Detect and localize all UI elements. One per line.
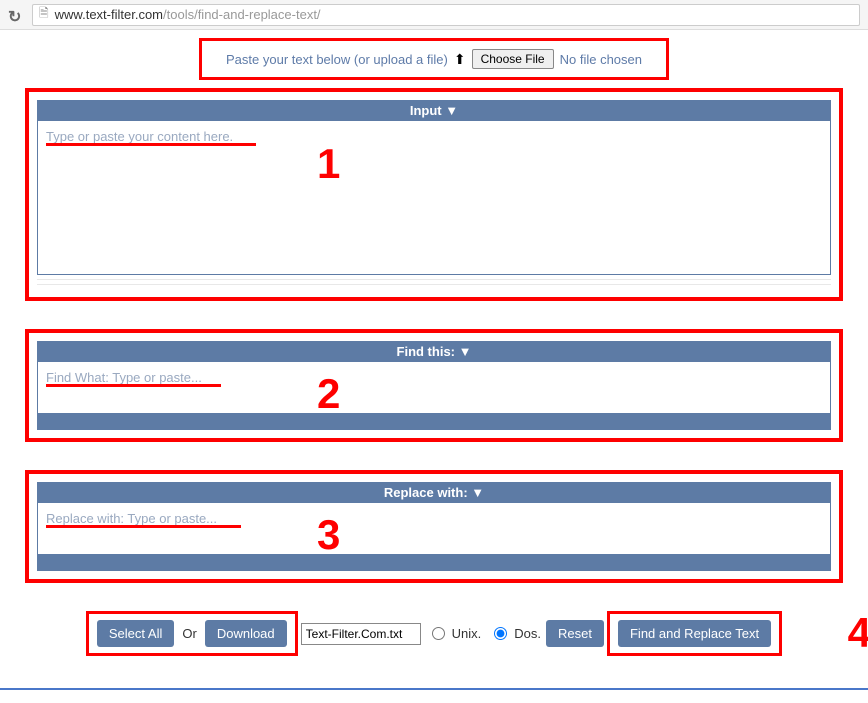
annotation-number-4: 4 (848, 609, 868, 657)
page-bottom-border (0, 688, 868, 690)
annotation-underline (46, 525, 241, 528)
filename-input[interactable] (301, 623, 421, 645)
input-header[interactable]: Input ▼ (37, 100, 831, 121)
divider (37, 279, 831, 280)
input-section: 1 Input ▼ (25, 88, 843, 301)
annotation-number-1: 1 (317, 140, 340, 188)
reset-button[interactable]: Reset (546, 620, 604, 647)
annotation-underline (46, 384, 221, 387)
annotation-underline (46, 143, 256, 146)
divider (37, 284, 831, 285)
reload-icon[interactable]: ↻ (8, 7, 24, 23)
find-replace-button[interactable]: Find and Replace Text (618, 620, 771, 647)
browser-toolbar: ↻ 🗎 www.text-filter.com/tools/find-and-r… (0, 0, 868, 30)
replace-section: 3 Replace with: ▼ (25, 470, 843, 583)
replace-textarea-wrap (37, 503, 831, 555)
upload-icon: ⬆ (454, 51, 466, 68)
upload-prompt: Paste your text below (or upload a file) (226, 52, 448, 67)
file-status: No file chosen (560, 52, 642, 67)
download-button[interactable]: Download (205, 620, 287, 647)
page-icon: 🗎 (39, 4, 49, 25)
replace-header-label: Replace with: ▼ (384, 485, 484, 500)
section-footer-bar (37, 555, 831, 571)
submit-group: Find and Replace Text (607, 611, 782, 656)
dos-radio[interactable] (494, 627, 507, 640)
find-textarea-wrap (37, 362, 831, 414)
annotation-number-2: 2 (317, 370, 340, 418)
input-textarea-wrap (37, 121, 831, 275)
or-label: Or (182, 626, 196, 641)
dos-label: Dos. (514, 626, 541, 641)
upload-bar: Paste your text below (or upload a file)… (199, 38, 669, 80)
replace-header[interactable]: Replace with: ▼ (37, 482, 831, 503)
choose-file-button[interactable]: Choose File (472, 49, 554, 69)
url-path: /tools/find-and-replace-text/ (163, 7, 321, 22)
find-header-label: Find this: ▼ (397, 344, 472, 359)
find-header[interactable]: Find this: ▼ (37, 341, 831, 362)
select-download-group: Select All Or Download (86, 611, 298, 656)
unix-radio[interactable] (432, 627, 445, 640)
select-all-button[interactable]: Select All (97, 620, 174, 647)
address-bar[interactable]: 🗎 www.text-filter.com/tools/find-and-rep… (32, 4, 860, 26)
unix-label: Unix. (452, 626, 482, 641)
find-section: 2 Find this: ▼ (25, 329, 843, 442)
annotation-number-3: 3 (317, 511, 340, 559)
url-text: www.text-filter.com/tools/find-and-repla… (55, 7, 321, 22)
controls-row: Select All Or Download Unix. Dos. Reset … (25, 611, 843, 656)
url-domain: www.text-filter.com (55, 7, 163, 22)
section-footer-bar (37, 414, 831, 430)
input-header-label: Input ▼ (410, 103, 458, 118)
